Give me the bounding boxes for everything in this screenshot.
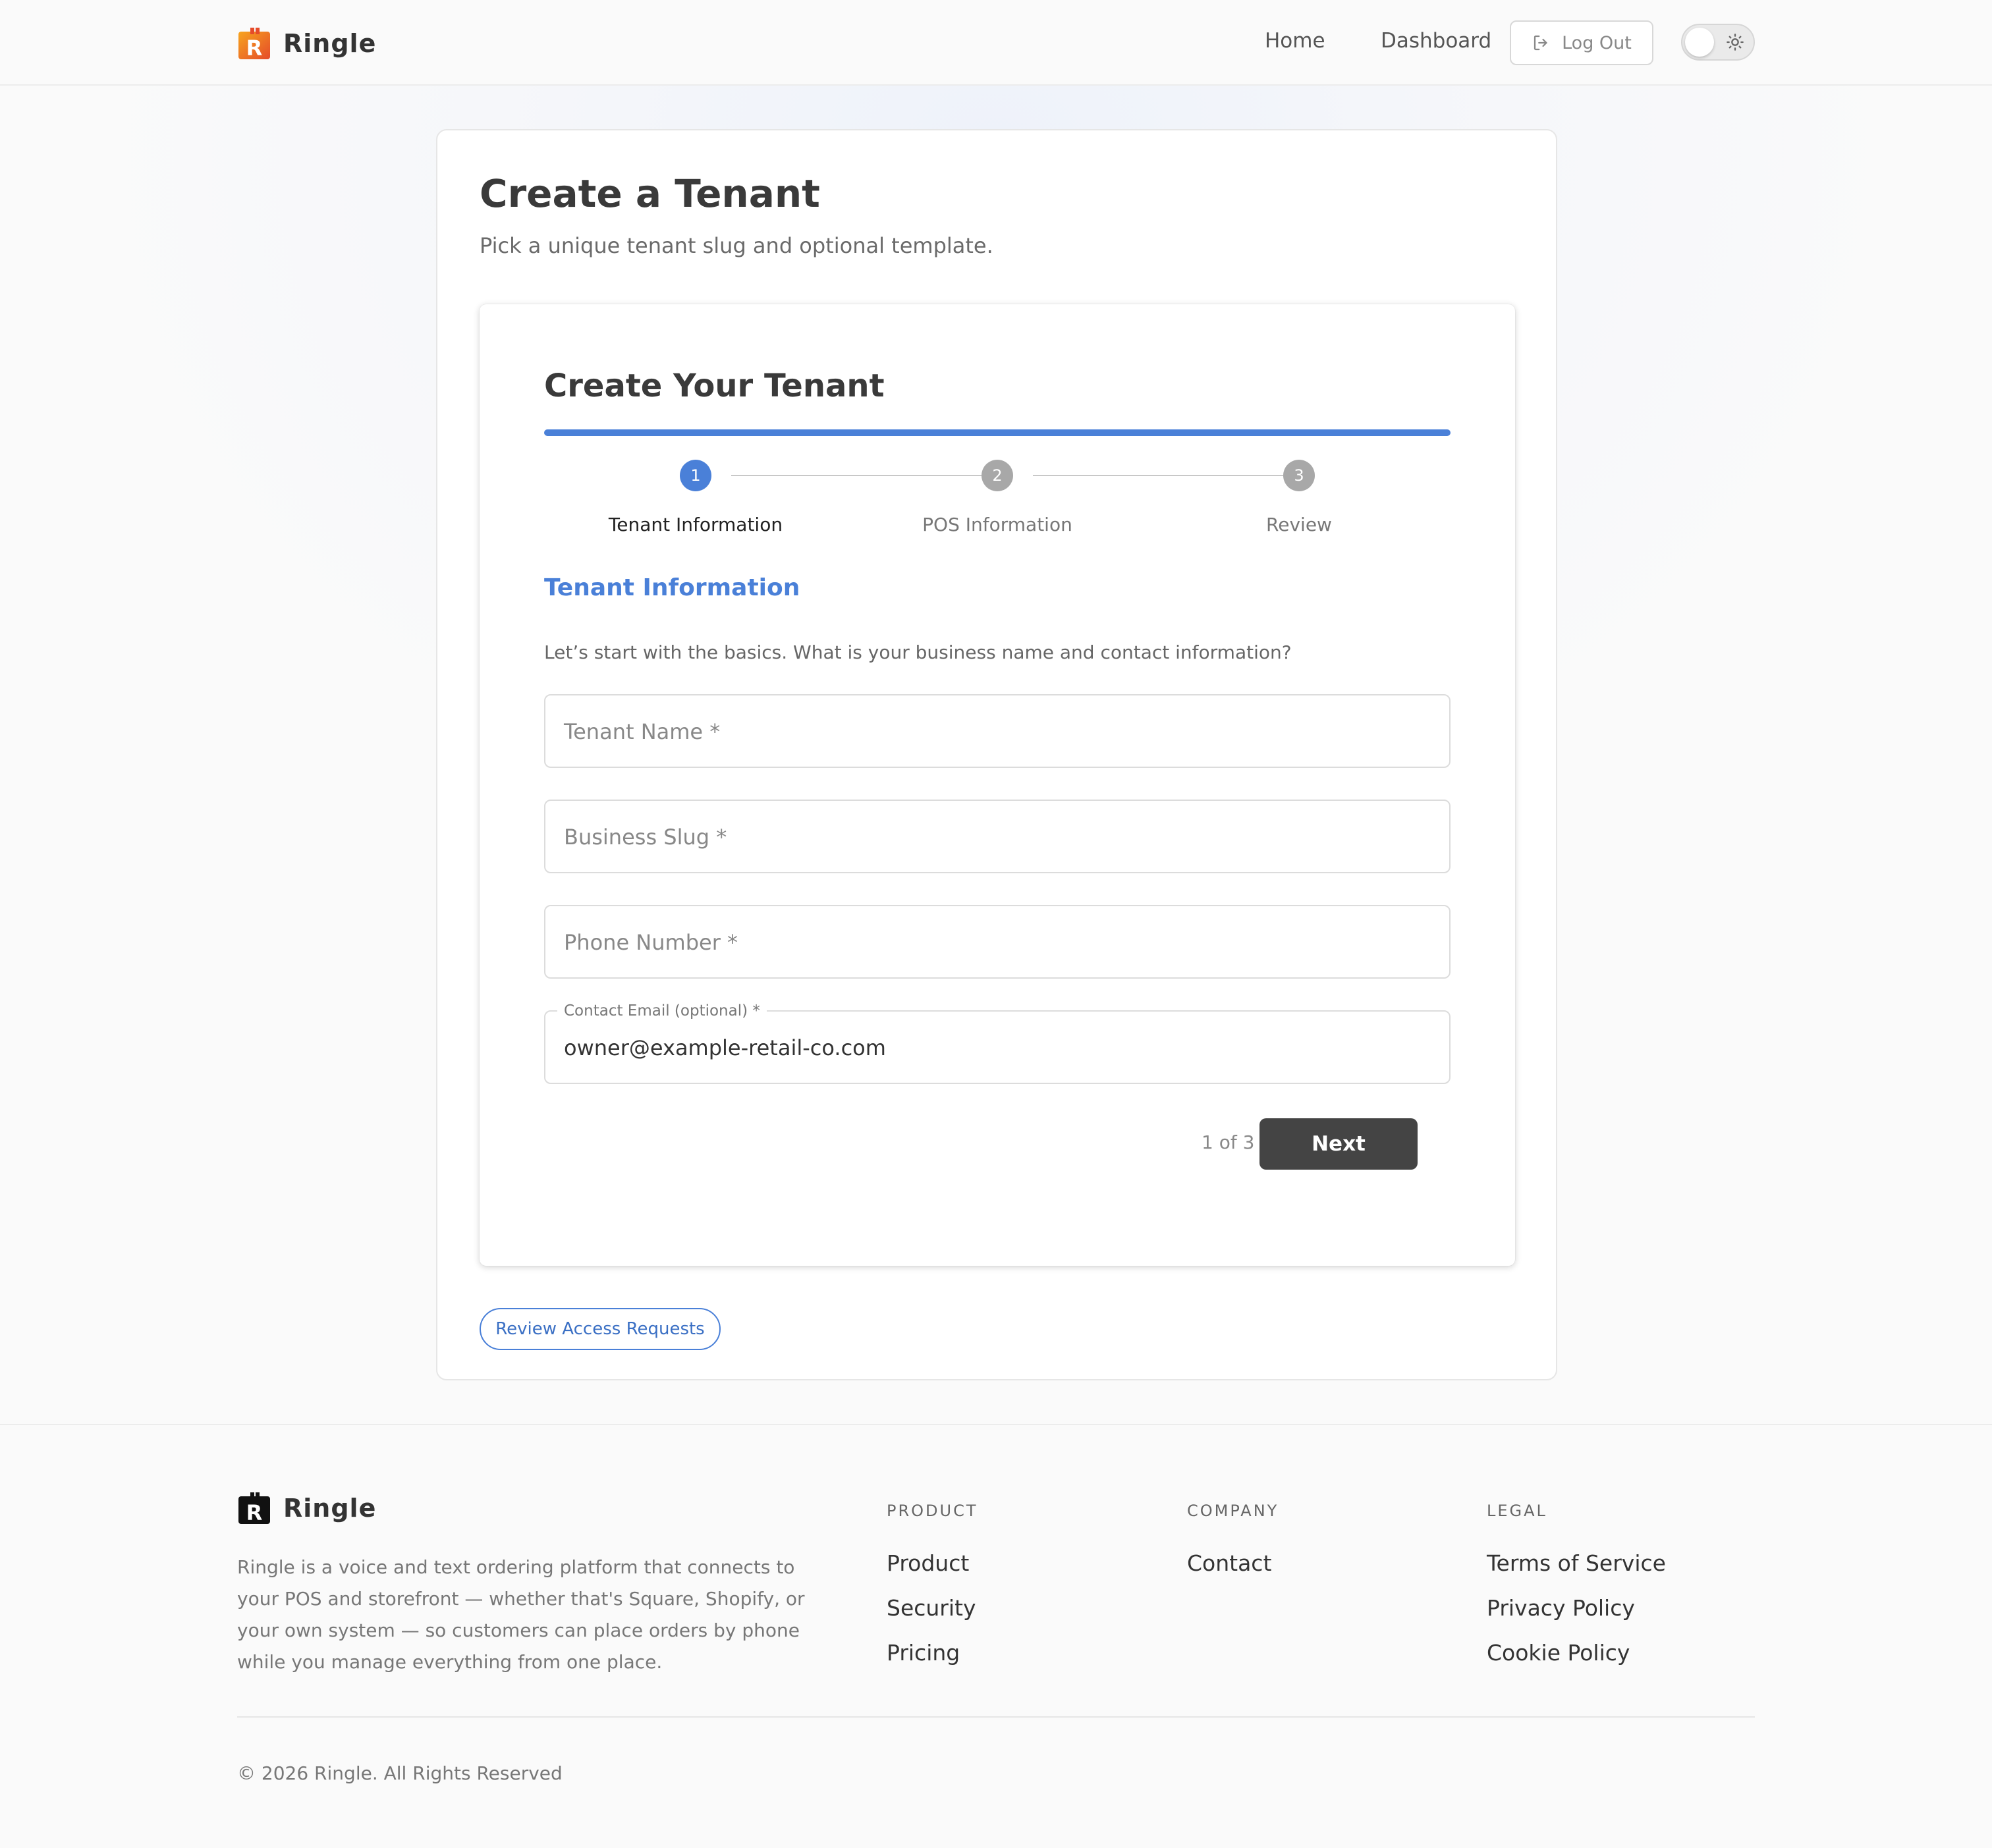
step-1-indicator[interactable]: 1: [680, 460, 711, 491]
step-3-label: Review: [1266, 514, 1332, 535]
footer-logo[interactable]: R Ringle: [237, 1491, 376, 1525]
section-title: Tenant Information: [544, 574, 800, 601]
footer-link-cookie[interactable]: Cookie Policy: [1487, 1640, 1630, 1666]
ringle-logo-icon: R: [238, 28, 270, 61]
phone-number-input[interactable]: Phone Number *: [544, 905, 1451, 979]
footer-link-security[interactable]: Security: [887, 1595, 976, 1621]
contact-email-label: Contact Email (optional) *: [557, 1002, 767, 1019]
step-connector: [1033, 475, 1283, 476]
svg-text:R: R: [246, 1500, 263, 1525]
footer-link-privacy[interactable]: Privacy Policy: [1487, 1595, 1635, 1621]
page-subtitle: Pick a unique tenant slug and optional t…: [480, 233, 993, 258]
business-slug-placeholder: Business Slug *: [564, 825, 727, 850]
business-slug-input[interactable]: Business Slug *: [544, 800, 1451, 873]
ringle-logo-icon: R: [238, 1492, 270, 1525]
tenant-name-placeholder: Tenant Name *: [564, 719, 721, 744]
step-3-indicator[interactable]: 3: [1283, 460, 1315, 491]
footer-brand-name: Ringle: [283, 1494, 377, 1523]
brand-name: Ringle: [283, 29, 377, 58]
nav-dashboard-link[interactable]: Dashboard: [1381, 29, 1491, 53]
step-connector: [731, 475, 982, 476]
create-tenant-card: Create a Tenant Pick a unique tenant slu…: [436, 129, 1557, 1380]
logout-label: Log Out: [1562, 32, 1632, 53]
section-description: Let’s start with the basics. What is you…: [544, 641, 1292, 663]
footer-link-product[interactable]: Product: [887, 1550, 969, 1576]
top-header: R Ringle Home Dashboard Log Out: [0, 0, 1992, 86]
logout-icon: [1534, 35, 1547, 51]
step-2-indicator[interactable]: 2: [982, 460, 1013, 491]
sun-icon: [1727, 34, 1744, 51]
site-footer: R Ringle Ringle is a voice and text orde…: [0, 1424, 1992, 1848]
copyright: © 2026 Ringle. All Rights Reserved: [237, 1762, 563, 1784]
footer-link-contact[interactable]: Contact: [1187, 1550, 1271, 1576]
toggle-knob: [1685, 28, 1714, 57]
step-2-label: POS Information: [922, 514, 1072, 535]
wizard-title: Create Your Tenant: [544, 367, 885, 404]
footer-link-pricing[interactable]: Pricing: [887, 1640, 960, 1666]
review-access-requests-button[interactable]: Review Access Requests: [480, 1308, 721, 1350]
footer-col-title-company: COMPANY: [1187, 1502, 1279, 1520]
contact-email-input[interactable]: Contact Email (optional) * owner@example…: [544, 1002, 1451, 1084]
header-logo[interactable]: R Ringle: [237, 25, 376, 62]
phone-number-placeholder: Phone Number *: [564, 930, 738, 955]
page-title: Create a Tenant: [480, 171, 820, 216]
footer-col-title-product: PRODUCT: [887, 1502, 978, 1520]
step-1-label: Tenant Information: [608, 514, 783, 535]
tenant-wizard: Create Your Tenant 1 2 3 Tenant Informat…: [480, 304, 1515, 1266]
logout-button[interactable]: Log Out: [1510, 20, 1653, 65]
tenant-name-input[interactable]: Tenant Name *: [544, 694, 1451, 768]
contact-email-value: owner@example-retail-co.com: [564, 1035, 886, 1060]
nav-home-link[interactable]: Home: [1265, 29, 1325, 53]
wizard-progress-bar: [544, 429, 1451, 436]
theme-toggle[interactable]: [1681, 24, 1755, 61]
footer-divider: [237, 1716, 1755, 1718]
footer-description: Ringle is a voice and text ordering plat…: [237, 1556, 805, 1673]
page-count: 1 of 3: [1202, 1131, 1255, 1153]
svg-text:R: R: [246, 36, 263, 61]
footer-link-terms[interactable]: Terms of Service: [1487, 1550, 1666, 1576]
footer-col-title-legal: LEGAL: [1487, 1502, 1547, 1520]
next-button[interactable]: Next: [1259, 1118, 1418, 1170]
